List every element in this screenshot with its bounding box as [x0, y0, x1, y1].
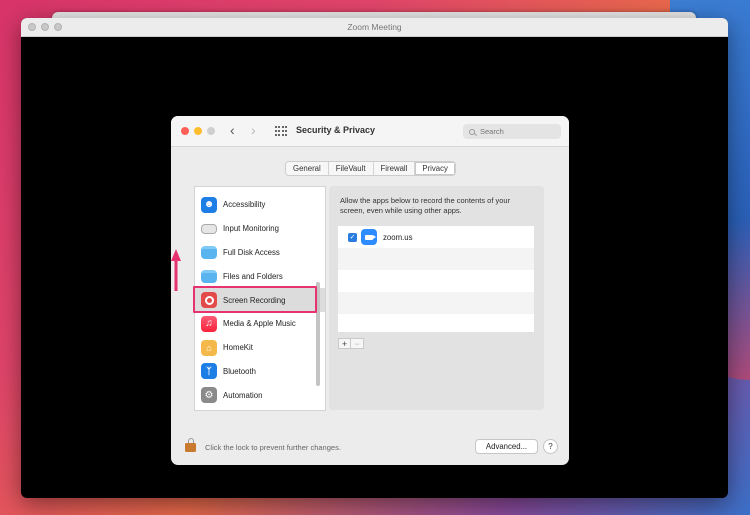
zoom-close-button[interactable] [28, 23, 36, 31]
back-arrow-icon[interactable]: ‹ [230, 123, 235, 137]
window-title: Security & Privacy [296, 125, 376, 135]
zoom-minimize-button[interactable] [41, 23, 49, 31]
folder-icon [201, 245, 217, 259]
sidebar-item-automation[interactable]: ⚙ Automation [195, 383, 325, 407]
add-app-button[interactable]: + [338, 338, 351, 349]
sidebar-item-label: HomeKit [223, 343, 253, 353]
pink-arrow-annotation [171, 249, 181, 291]
advanced-button[interactable]: Advanced... [475, 439, 538, 454]
gear-icon: ⚙ [201, 387, 217, 404]
panel-description: Allow the apps below to record the conte… [340, 196, 511, 215]
sidebar-item-accessibility[interactable]: ☻ Accessibility [195, 193, 325, 217]
app-list: ✓ zoom.us [338, 226, 534, 332]
prefs-footer: Click the lock to prevent further change… [171, 431, 569, 465]
screen-recording-highlight [193, 286, 317, 313]
sidebar-item-label: Media & Apple Music [223, 319, 296, 329]
search-input[interactable] [480, 127, 550, 136]
music-icon: ♫ [201, 315, 217, 332]
zoom-window-controls [28, 23, 62, 31]
sidebar-item-homekit[interactable]: ⌂ HomeKit [195, 336, 325, 360]
help-button[interactable]: ? [543, 439, 558, 454]
sidebar-item-label: Files and Folders [223, 271, 283, 281]
tab-filevault[interactable]: FileVault [328, 162, 374, 175]
bluetooth-icon: ᛉ [201, 363, 217, 380]
add-remove-controls: + − [338, 338, 364, 349]
search-field[interactable] [463, 124, 561, 139]
tab-bar: General FileVault Firewall Privacy [285, 161, 456, 176]
tab-general[interactable]: General [286, 162, 329, 175]
list-item[interactable]: ✓ zoom.us [338, 226, 534, 248]
empty-row [338, 248, 534, 270]
home-icon: ⌂ [201, 339, 217, 356]
screen-recording-panel: Allow the apps below to record the conte… [329, 186, 544, 410]
zoom-app-checkbox[interactable]: ✓ [348, 232, 357, 242]
forward-arrow-icon[interactable]: › [251, 123, 256, 137]
sidebar-item-input-monitoring[interactable]: Input Monitoring [195, 217, 325, 241]
zoom-window-title: Zoom Meeting [347, 22, 402, 32]
lock-message: Click the lock to prevent further change… [205, 443, 341, 452]
sidebar-item-label: Bluetooth [223, 366, 256, 376]
empty-row [338, 270, 534, 292]
sidebar-item-full-disk-access[interactable]: Full Disk Access [195, 241, 325, 265]
empty-row [338, 314, 534, 336]
empty-row [338, 292, 534, 314]
minimize-button[interactable] [194, 127, 202, 135]
zoom-button[interactable] [207, 127, 215, 135]
prefs-toolbar: ‹ › Security & Privacy [171, 116, 569, 147]
folder-icon [201, 269, 217, 283]
app-name: zoom.us [383, 232, 413, 242]
keyboard-icon [201, 223, 217, 234]
tab-privacy[interactable]: Privacy [415, 162, 455, 175]
sidebar-item-label: Accessibility [223, 200, 266, 210]
sidebar-item-label: Input Monitoring [223, 224, 279, 234]
sidebar-item-media-apple-music[interactable]: ♫ Media & Apple Music [195, 312, 325, 336]
accessibility-icon: ☻ [201, 196, 217, 213]
zoom-zoom-button[interactable] [54, 23, 62, 31]
sidebar-item-files-and-folders[interactable]: Files and Folders [195, 264, 325, 288]
window-controls [181, 127, 215, 135]
show-all-grid-icon[interactable] [275, 126, 287, 136]
sidebar-item-label: Automation [223, 390, 263, 400]
search-icon [469, 128, 475, 135]
sidebar-item-label: Full Disk Access [223, 247, 280, 257]
zoom-titlebar: Zoom Meeting [21, 18, 728, 37]
lock-icon[interactable] [185, 438, 196, 452]
remove-app-button[interactable]: − [351, 338, 364, 349]
close-button[interactable] [181, 127, 189, 135]
tab-firewall[interactable]: Firewall [373, 162, 416, 175]
sidebar-item-bluetooth[interactable]: ᛉ Bluetooth [195, 360, 325, 384]
zoom-app-icon [361, 229, 377, 245]
